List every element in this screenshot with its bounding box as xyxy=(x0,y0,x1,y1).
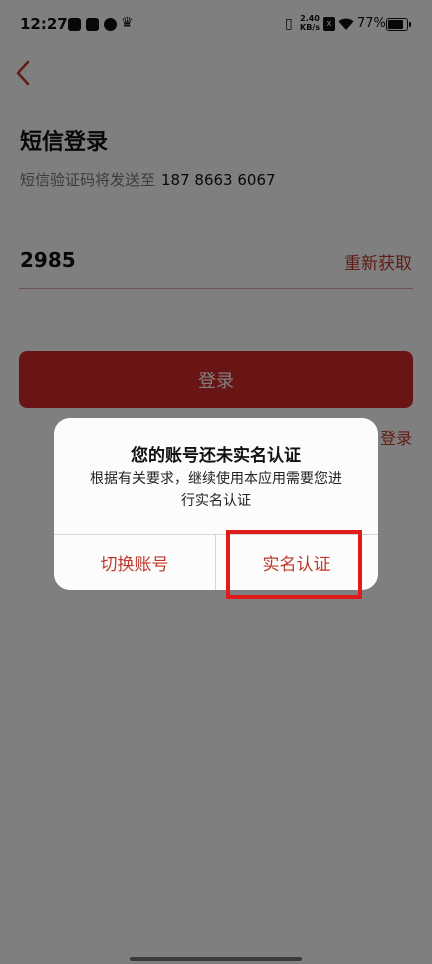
switch-account-button[interactable]: 切换账号 xyxy=(54,534,215,590)
dialog-message: 根据有关要求，继续使用本应用需要您进行实名认证 xyxy=(90,471,342,509)
home-indicator[interactable] xyxy=(130,957,302,961)
highlight-box xyxy=(226,530,362,599)
dialog-title: 您的账号还未实名认证 xyxy=(131,446,301,466)
